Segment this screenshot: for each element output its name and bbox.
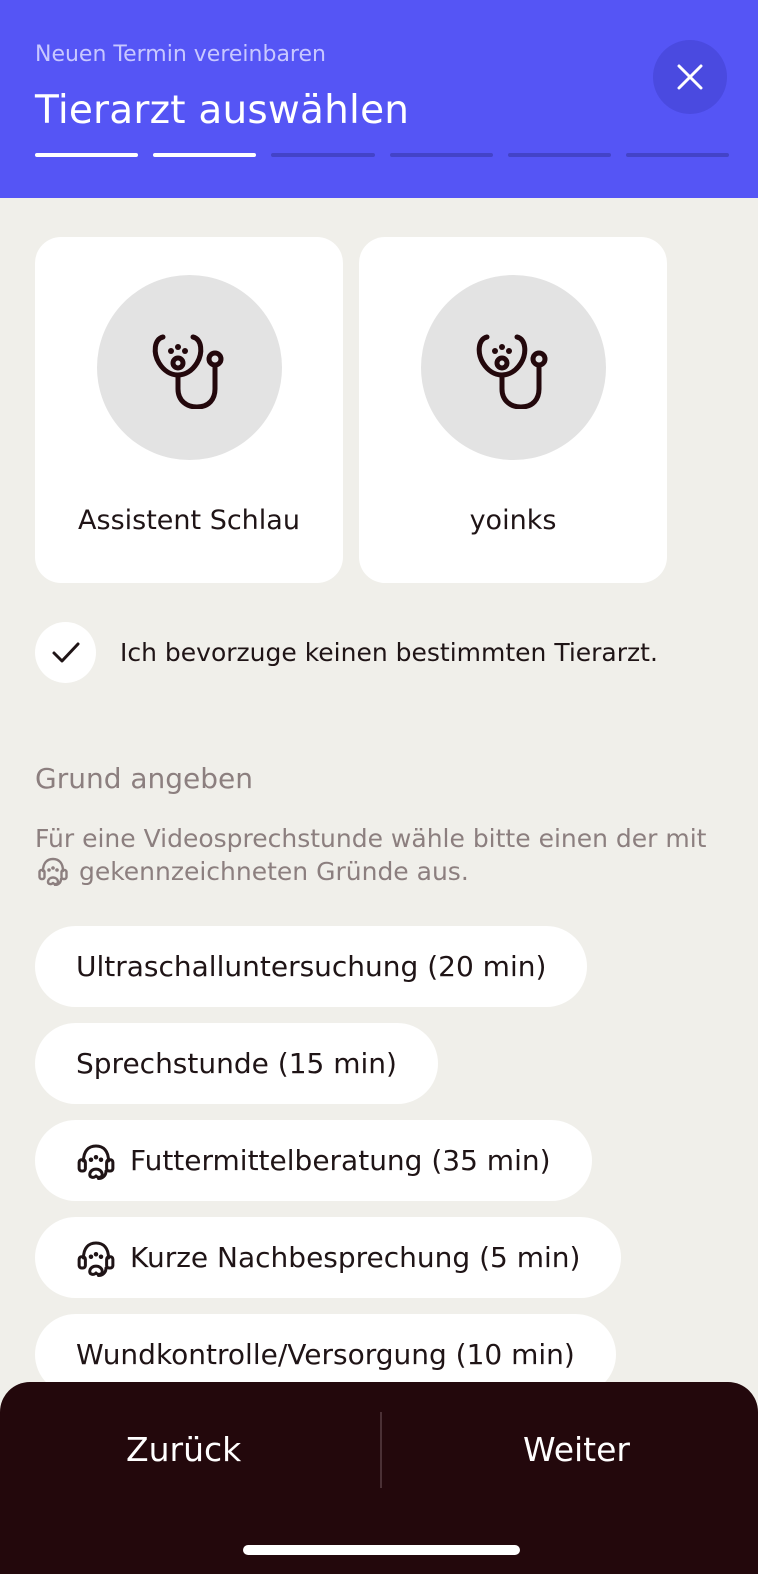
vet-card-yoinks[interactable]: yoinks — [359, 237, 667, 583]
progress-step-2 — [153, 153, 257, 157]
page-title: Tierarzt auswählen — [35, 88, 410, 133]
vet-card-assistent-schlau[interactable]: Assistent Schlau — [35, 237, 343, 583]
vet-list: Assistent Schlau yoinks — [35, 237, 667, 583]
reason-hint-after: gekennzeichneten Gründe aus. — [78, 857, 469, 886]
reason-option-futtermittelberatung[interactable]: Futtermittelberatung (35 min) — [35, 1120, 592, 1201]
reason-option-sprechstunde[interactable]: Sprechstunde (15 min) — [35, 1023, 438, 1104]
progress-step-4 — [389, 153, 493, 157]
progress-step-3 — [271, 153, 375, 157]
home-indicator — [243, 1545, 520, 1555]
header: Neuen Termin vereinbaren Tierarzt auswäh… — [0, 0, 758, 198]
vet-name: yoinks — [469, 505, 557, 536]
reason-option-ultraschall[interactable]: Ultraschalluntersuchung (20 min) — [35, 926, 588, 1007]
reason-option-label: Kurze Nachbesprechung (5 min) — [130, 1241, 581, 1274]
reason-option-label: Ultraschalluntersuchung (20 min) — [76, 950, 547, 983]
footer-divider — [380, 1412, 382, 1488]
stethoscope-icon — [476, 334, 547, 409]
reason-option-nachbesprechung[interactable]: Kurze Nachbesprechung (5 min) — [35, 1217, 622, 1298]
reason-option-label: Wundkontrolle/Versorgung (10 min) — [76, 1338, 575, 1371]
vet-avatar — [421, 275, 606, 460]
step-progress — [35, 153, 730, 157]
video-consultation-icon — [37, 856, 69, 894]
back-button[interactable]: Zurück — [126, 1430, 241, 1469]
reason-heading: Grund angeben — [35, 762, 254, 795]
reason-option-label: Sprechstunde (15 min) — [76, 1047, 397, 1080]
no-preference-option[interactable]: Ich bevorzuge keinen bestimmten Tierarzt… — [35, 622, 658, 683]
progress-step-6 — [625, 153, 730, 157]
reason-hint-before: Für eine Videosprechstunde wähle bitte e… — [35, 824, 707, 853]
vet-name: Assistent Schlau — [78, 505, 300, 536]
stethoscope-icon — [152, 334, 223, 409]
video-consultation-icon — [76, 1239, 116, 1277]
reason-option-label: Futtermittelberatung (35 min) — [130, 1144, 551, 1177]
progress-step-5 — [507, 153, 611, 157]
next-button[interactable]: Weiter — [523, 1430, 630, 1469]
reason-hint: Für eine Videosprechstunde wähle bitte e… — [35, 822, 715, 894]
no-preference-label: Ich bevorzuge keinen bestimmten Tierarzt… — [120, 638, 658, 667]
progress-step-1 — [35, 153, 139, 157]
close-icon — [677, 64, 703, 90]
video-consultation-icon — [76, 1142, 116, 1180]
vet-avatar — [97, 275, 282, 460]
close-button[interactable] — [653, 40, 727, 114]
header-subtitle: Neuen Termin vereinbaren — [35, 42, 326, 67]
no-preference-checkbox[interactable] — [35, 622, 96, 683]
checkmark-icon — [52, 642, 79, 662]
